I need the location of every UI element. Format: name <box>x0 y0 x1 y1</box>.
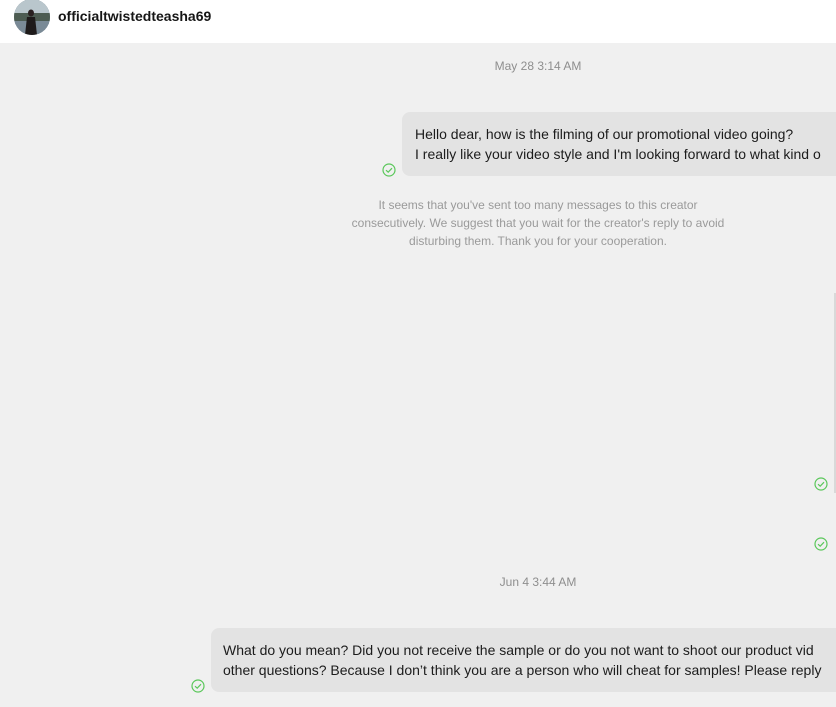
message-line: I really like your video style and I'm l… <box>415 146 821 162</box>
check-circle-icon <box>814 537 828 551</box>
check-circle-icon <box>382 163 396 177</box>
message-line: Hello dear, how is the filming of our pr… <box>415 126 794 142</box>
message-line: other questions? Because I don’t think y… <box>223 662 822 678</box>
avatar[interactable] <box>14 0 50 35</box>
timestamp: May 28 3:14 AM <box>494 59 582 73</box>
rate-limit-notice: It seems that you've sent too many messa… <box>351 198 725 248</box>
check-circle-icon <box>814 477 828 491</box>
avatar-image <box>14 0 50 35</box>
check-circle-icon <box>191 679 205 693</box>
message-line: What do you mean? Did you not receive th… <box>223 642 814 658</box>
sent-message[interactable]: What do you mean? Did you not receive th… <box>211 628 836 692</box>
chat-header: officialtwistedteasha69 <box>0 0 836 43</box>
username[interactable]: officialtwistedteasha69 <box>58 8 211 24</box>
message-thread[interactable]: May 28 3:14 AM Hello dear, how is the fi… <box>0 43 836 707</box>
timestamp: Jun 4 3:44 AM <box>499 575 577 589</box>
sent-message[interactable]: Hello dear, how is the filming of our pr… <box>402 112 836 176</box>
